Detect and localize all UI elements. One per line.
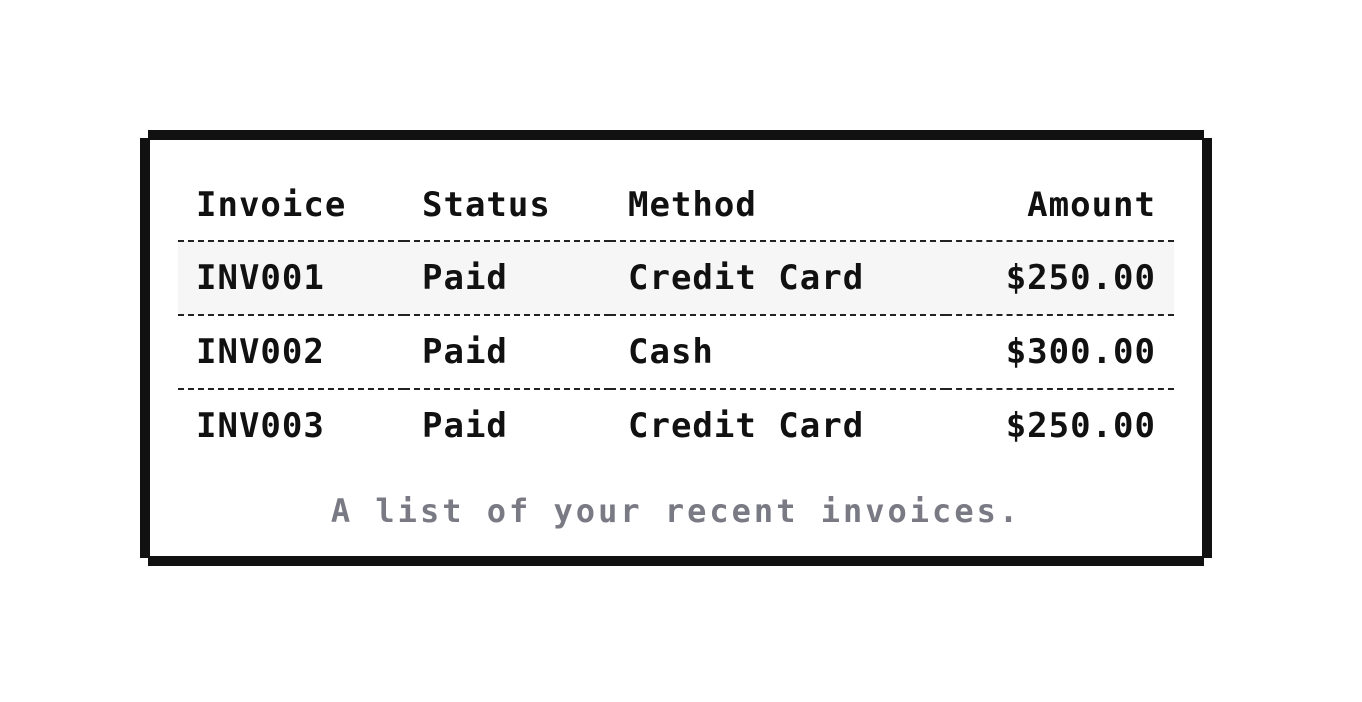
header-amount: Amount — [1027, 185, 1156, 225]
cell-amount: $250.00 — [1005, 406, 1156, 446]
cell-method: Credit Card — [628, 406, 865, 446]
cell-invoice: INV003 — [196, 406, 325, 446]
invoice-table: Invoice Status Method Amount INV001 Paid… — [178, 170, 1174, 462]
header-status: Status — [422, 185, 551, 225]
header-row: Invoice Status Method Amount — [178, 170, 1174, 241]
table-body: INV001 Paid Credit Card $250.00 INV002 P… — [178, 241, 1174, 462]
header-method: Method — [628, 185, 757, 225]
table-header: Invoice Status Method Amount — [178, 170, 1174, 241]
table-row[interactable]: INV003 Paid Credit Card $250.00 — [178, 389, 1174, 462]
cell-invoice: INV002 — [196, 332, 325, 372]
invoice-table-wrapper: Invoice Status Method Amount INV001 Paid… — [178, 170, 1174, 462]
cell-status: Paid — [422, 406, 508, 446]
table-row[interactable]: INV001 Paid Credit Card $250.00 — [178, 241, 1174, 315]
invoice-table-card: Invoice Status Method Amount INV001 Paid… — [140, 130, 1212, 566]
cell-amount: $250.00 — [1005, 258, 1156, 298]
page: Invoice Status Method Amount INV001 Paid… — [0, 0, 1362, 702]
cell-method: Cash — [628, 332, 714, 372]
cell-status: Paid — [422, 258, 508, 298]
table-row[interactable]: INV002 Paid Cash $300.00 — [178, 315, 1174, 389]
header-invoice: Invoice — [196, 185, 347, 225]
cell-status: Paid — [422, 332, 508, 372]
cell-amount: $300.00 — [1005, 332, 1156, 372]
cell-method: Credit Card — [628, 258, 865, 298]
table-caption: A list of your recent invoices. — [330, 492, 1022, 530]
cell-invoice: INV001 — [196, 258, 325, 298]
